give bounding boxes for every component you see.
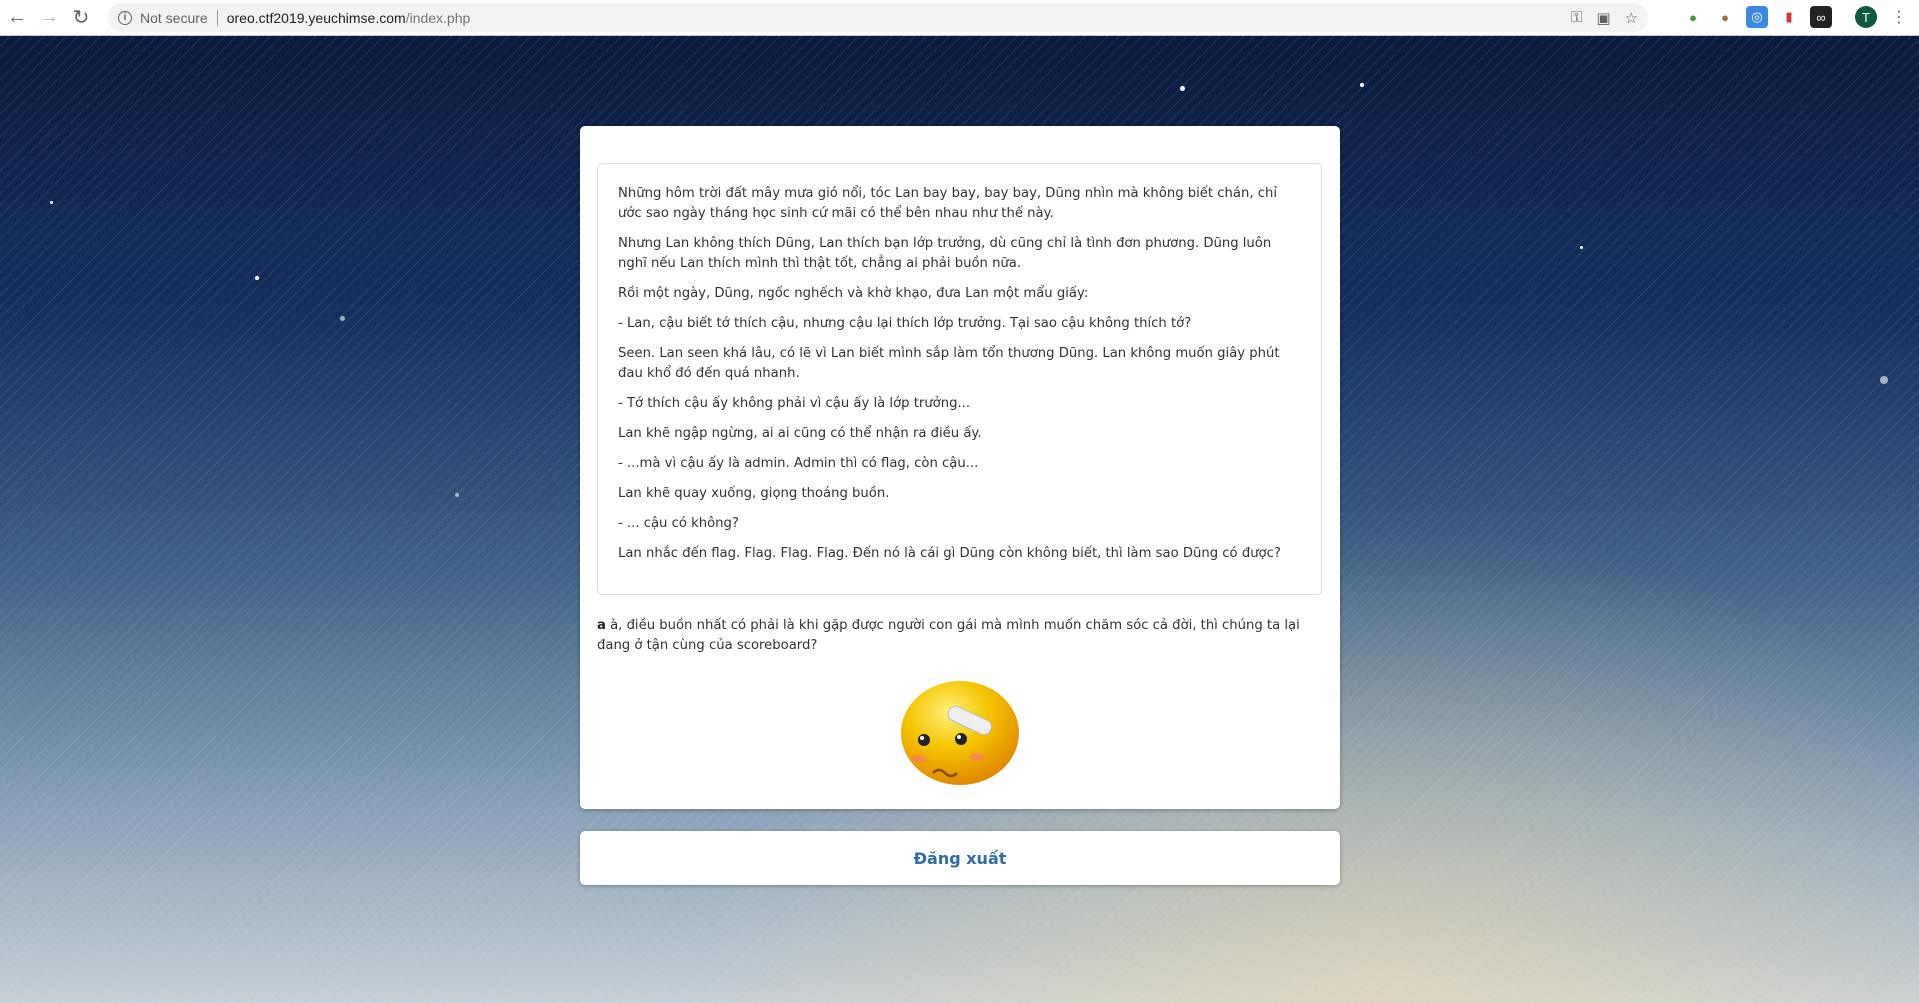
url-path: /index.php [405,9,471,26]
sad-bandaged-emoji-icon [901,681,1019,785]
story-card: Những hôm trời đất mây mưa gió nổi, tóc … [580,126,1340,809]
extension-cookie-icon[interactable]: ● [1714,6,1736,28]
logout-button[interactable]: Đăng xuất [580,831,1340,885]
translate-icon[interactable]: ▣ [1596,9,1610,27]
star [1880,376,1888,384]
star [255,276,259,280]
star [455,493,459,497]
star [50,201,53,204]
star [1580,246,1583,249]
story-paragraph: Seen. Lan seen khá lâu, có lẽ vì Lan biế… [618,346,1280,381]
menu-icon[interactable]: ⋮ [1888,6,1910,28]
forward-icon[interactable]: → [34,3,64,33]
extension-download-icon[interactable]: ● [1682,6,1704,28]
key-icon[interactable]: ⚿ [1571,9,1582,26]
story-paragraph: - Lan, cậu biết tớ thích cậu, nhưng cậu … [618,316,1192,331]
address-bar[interactable]: i Not secure oreo.ctf2019.yeuchimse.com /… [108,3,1648,32]
info-icon[interactable]: i [118,10,132,25]
story-paragraph: Nhưng Lan không thích Dũng, Lan thích bạ… [618,236,1272,271]
divider [216,9,218,26]
back-icon[interactable]: ← [2,3,32,33]
question-text: a à, điều buồn nhất có phải là khi gặp đ… [597,616,1327,656]
extension-bars-icon[interactable]: ▮ [1778,6,1800,28]
username: a [597,618,606,633]
extension-shield-icon[interactable]: ◎ [1746,6,1768,28]
star [1180,86,1185,91]
story-paragraph: Lan khẽ quay xuống, giọng thoáng buồn. [618,486,890,501]
star [340,316,345,321]
story-paragraph: Những hôm trời đất mây mưa gió nổi, tóc … [618,186,1277,221]
security-label: Not secure [140,9,208,26]
reload-icon[interactable]: ↻ [66,3,96,33]
story-paragraph: - Tớ thích cậu ấy không phải vì cậu ấy l… [618,396,971,411]
star [1360,83,1364,87]
story-paragraph: Lan nhắc đến flag. Flag. Flag. Flag. Đến… [618,546,1281,561]
story-paragraph: - ... cậu có không? [618,516,739,531]
avatar[interactable]: T [1855,6,1877,28]
story-paragraph: Lan khẽ ngập ngừng, ai ai cũng có thể nh… [618,426,982,441]
url-host: oreo.ctf2019.yeuchimse.com [226,9,406,26]
story-paragraph: - ...mà vì cậu ấy là admin. Admin thì có… [618,456,979,471]
question-body: à, điều buồn nhất có phải là khi gặp đượ… [597,618,1300,653]
extension-incognito-icon[interactable]: ∞ [1810,6,1832,28]
browser-toolbar: ← → ↻ i Not secure oreo.ctf2019.yeuchims… [0,0,1919,36]
story-paragraph: Rồi một ngày, Dũng, ngốc nghếch và khờ k… [618,286,1089,301]
story-box: Những hôm trời đất mây mưa gió nổi, tóc … [597,163,1322,595]
star-icon[interactable]: ☆ [1625,9,1638,27]
